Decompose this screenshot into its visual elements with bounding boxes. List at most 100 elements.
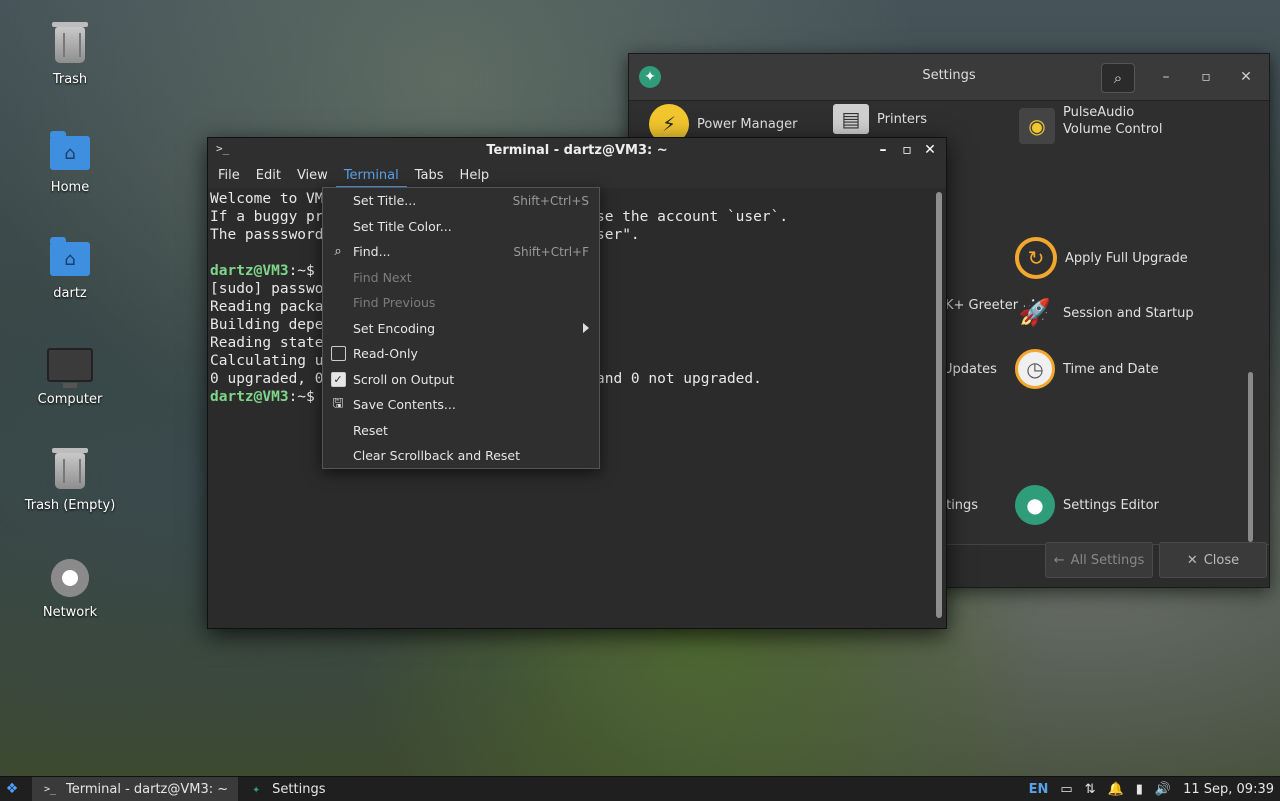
settings-editor-icon: ● [1015, 485, 1055, 525]
search-icon: ⌕ [334, 244, 342, 260]
menu-item-save-contents[interactable]: 🖫 Save Contents... [323, 392, 599, 418]
settings-item-label: Power Manager [697, 116, 798, 132]
terminal-line-right: and 0 not upgraded. [596, 371, 762, 387]
terminal-line: Calculating u [210, 353, 324, 369]
settings-item-label: Printers [877, 111, 928, 127]
settings-item-greeter[interactable]: K+ Greeter [945, 298, 1018, 313]
terminal-line: dartz@VM3:~$ [210, 389, 315, 405]
battery-icon[interactable]: ▮ [1136, 782, 1143, 797]
terminal-line: Reading packa [210, 299, 324, 315]
menu-item-set-title-color[interactable]: Set Title Color... [323, 214, 599, 240]
minimize-button[interactable]: – [874, 141, 892, 159]
terminal-scrollbar[interactable] [936, 192, 942, 618]
close-button[interactable]: ✕ [921, 141, 939, 159]
settings-item-updates[interactable]: Updates [943, 362, 997, 377]
menu-item-read-only[interactable]: Read-Only [323, 341, 599, 367]
menu-item-clear-scrollback-reset[interactable]: Clear Scrollback and Reset [323, 443, 599, 469]
menu-item-find[interactable]: ⌕ Find... Shift+Ctrl+F [323, 239, 599, 265]
menu-tabs[interactable]: Tabs [407, 163, 452, 188]
close-icon: ✕ [1186, 552, 1198, 568]
checkbox-unchecked-icon [330, 346, 346, 362]
settings-item-settings-editor[interactable]: ● Settings Editor [1015, 485, 1159, 525]
settings-item-time-date[interactable]: ◷ Time and Date [1015, 349, 1159, 389]
taskbar-item-terminal[interactable]: >_ Terminal - dartz@VM3: ~ [32, 777, 239, 801]
terminal-menubar: File Edit View Terminal Tabs Help [208, 163, 946, 188]
menu-view[interactable]: View [289, 163, 336, 188]
save-icon: 🖫 [332, 395, 344, 411]
minimize-button[interactable]: – [1155, 66, 1177, 88]
back-arrow-icon: ← [1053, 552, 1065, 568]
all-settings-label: All Settings [1070, 552, 1145, 568]
taskbar-item-label: Settings [272, 781, 326, 797]
desktop-icon-network[interactable]: Network [20, 555, 120, 620]
settings-item-pulseaudio[interactable]: ◉ PulseAudio Volume Control [1019, 104, 1183, 144]
desktop-icon-computer[interactable]: Computer [20, 342, 120, 407]
settings-scrollbar[interactable] [1248, 372, 1253, 542]
desktop-icon-dartz[interactable]: ⌂ dartz [20, 236, 120, 301]
system-tray: EN ▭ ⇅ 🔔 ▮ 🔊 11 Sep, 09:39 [1029, 782, 1280, 797]
network-icon [47, 555, 93, 601]
menu-edit[interactable]: Edit [248, 163, 289, 188]
settings-item-session-startup[interactable]: 🚀 Session and Startup [1015, 293, 1194, 333]
search-button[interactable]: ⌕ [1101, 63, 1135, 93]
app-menu-icon: ❖ [5, 781, 19, 797]
menu-terminal[interactable]: Terminal [335, 163, 407, 188]
speaker-icon: ◉ [1019, 108, 1055, 144]
terminal-line: The passsword [210, 227, 324, 243]
settings-item-label: K+ Greeter [945, 298, 1019, 313]
terminal-line: 0 upgraded, 0 [210, 371, 324, 387]
keyboard-layout-indicator[interactable]: EN [1029, 782, 1049, 797]
taskbar-item-label: Terminal - dartz@VM3: ~ [66, 781, 229, 797]
maximize-button[interactable]: ▫ [898, 141, 916, 159]
taskbar-item-settings[interactable]: ✦ Settings [238, 777, 335, 801]
terminal-line: [sudo] passwo [210, 281, 324, 297]
settings-app-icon: ✦ [252, 781, 261, 797]
terminal-line-right: ser". [596, 227, 640, 243]
menu-item-reset[interactable]: Reset [323, 418, 599, 444]
settings-item-apply-full-upgrade[interactable]: ↻ Apply Full Upgrade [1015, 237, 1188, 279]
settings-titlebar[interactable]: ✦ Settings ⌕ – ▫ ✕ [629, 54, 1269, 101]
all-settings-button[interactable]: ← All Settings [1045, 542, 1153, 578]
terminal-menu-dropdown: Set Title... Shift+Ctrl+S Set Title Color… [322, 187, 600, 469]
display-icon[interactable]: ▭ [1060, 782, 1072, 797]
rocket-icon: 🚀 [1018, 298, 1052, 328]
desktop-icon-home[interactable]: ⌂ Home [20, 130, 120, 195]
volume-icon[interactable]: 🔊 [1155, 782, 1171, 797]
menu-file[interactable]: File [210, 163, 248, 188]
close-button[interactable]: ✕ [1235, 66, 1257, 88]
network-icon[interactable]: ⇅ [1085, 782, 1096, 797]
settings-close-button[interactable]: ✕ Close [1159, 542, 1267, 578]
settings-item-label: Time and Date [1063, 361, 1159, 377]
trash-icon [47, 22, 93, 68]
menu-item-scroll-on-output[interactable]: ✓ Scroll on Output [323, 367, 599, 393]
upgrade-icon: ↻ [1015, 237, 1057, 279]
maximize-button[interactable]: ▫ [1195, 66, 1217, 88]
desktop-icon-label: dartz [53, 286, 87, 301]
desktop-icon-trash[interactable]: Trash [20, 22, 120, 87]
menu-help[interactable]: Help [452, 163, 498, 188]
printer-icon: ▤ [833, 104, 869, 134]
menu-item-set-title[interactable]: Set Title... Shift+Ctrl+S [323, 188, 599, 214]
desktop-icon-label: Computer [37, 392, 103, 407]
taskbar: ❖ >_ Terminal - dartz@VM3: ~ ✦ Settings … [0, 776, 1280, 801]
menu-item-set-encoding[interactable]: Set Encoding [323, 316, 599, 342]
settings-item-label: Apply Full Upgrade [1065, 250, 1188, 266]
terminal-icon: >_ [43, 783, 57, 795]
menu-item-find-previous: Find Previous [353, 295, 436, 311]
desktop-icon-label: Network [42, 605, 98, 620]
terminal-line: Reading state [210, 335, 324, 351]
clock[interactable]: 11 Sep, 09:39 [1183, 782, 1274, 797]
terminal-line: Welcome to VM [210, 191, 324, 207]
terminal-titlebar[interactable]: >_ Terminal - dartz@VM3: ~ – ▫ ✕ [208, 138, 946, 163]
submenu-arrow-icon [583, 323, 589, 334]
terminal-line-right: se the account `user`. [596, 209, 789, 225]
desktop-icon-trash-empty[interactable]: Trash (Empty) [20, 448, 120, 513]
home-folder-icon: ⌂ [47, 236, 93, 282]
applications-menu-button[interactable]: ❖ [0, 777, 24, 801]
settings-item-printers[interactable]: ▤ Printers [833, 104, 927, 134]
notification-bell-icon[interactable]: 🔔 [1108, 782, 1124, 797]
settings-item-label: PulseAudio Volume Control [1063, 105, 1163, 137]
desktop-icon-label: Trash (Empty) [24, 498, 116, 513]
checkbox-checked-icon: ✓ [330, 371, 346, 387]
settings-item-label: Updates [943, 362, 997, 377]
